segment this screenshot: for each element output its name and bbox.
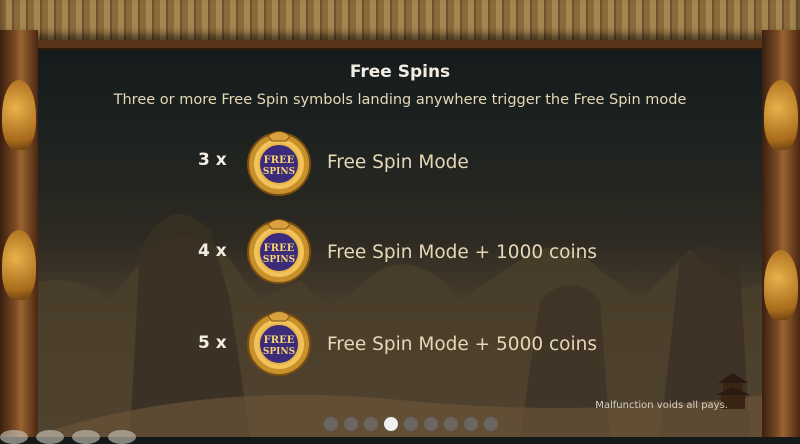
- pager-dot[interactable]: [384, 417, 398, 431]
- free-spins-coin-icon: FREE SPINS: [247, 219, 311, 284]
- free-spins-coin-icon: FREE SPINS: [247, 311, 311, 376]
- control-button[interactable]: [36, 430, 64, 444]
- roof-trim: [30, 40, 770, 50]
- paytable-row: 4 x FREE SPINS Free Spin Mode + 1000 coi…: [0, 213, 800, 293]
- multiplier-label: 3 x: [198, 150, 227, 170]
- pager-dot[interactable]: [324, 417, 338, 431]
- bottom-controls: [0, 430, 170, 444]
- free-spins-coin-icon: FREE SPINS: [247, 131, 311, 196]
- multiplier-label: 4 x: [198, 241, 227, 261]
- payout-description: Free Spin Mode + 1000 coins: [327, 242, 597, 263]
- svg-text:SPINS: SPINS: [263, 255, 295, 265]
- pager-dot[interactable]: [364, 417, 378, 431]
- svg-text:FREE: FREE: [264, 243, 295, 254]
- svg-text:SPINS: SPINS: [263, 167, 295, 177]
- svg-text:FREE: FREE: [264, 155, 295, 166]
- panel-title: Free Spins: [349, 62, 451, 82]
- payout-description: Free Spin Mode: [327, 152, 469, 173]
- pager-dot[interactable]: [444, 417, 458, 431]
- malfunction-disclaimer: Malfunction voids all pays.: [595, 400, 728, 411]
- page-indicator: [324, 417, 498, 431]
- control-button[interactable]: [0, 430, 28, 444]
- payout-description: Free Spin Mode + 5000 coins: [327, 334, 597, 355]
- svg-text:FREE: FREE: [264, 335, 295, 346]
- pager-dot[interactable]: [464, 417, 478, 431]
- svg-text:SPINS: SPINS: [263, 347, 295, 357]
- pager-dot[interactable]: [344, 417, 358, 431]
- control-button[interactable]: [108, 430, 136, 444]
- paytable-row: 3 x FREE SPINS Free Spin Mode: [0, 125, 800, 205]
- paytable-row: 5 x FREE SPINS Free Spin Mode + 5000 coi…: [0, 305, 800, 385]
- pager-dot[interactable]: [424, 417, 438, 431]
- multiplier-label: 5 x: [198, 333, 227, 353]
- control-button[interactable]: [72, 430, 100, 444]
- roof-tiles: [0, 0, 800, 44]
- pager-dot[interactable]: [404, 417, 418, 431]
- pager-dot[interactable]: [484, 417, 498, 431]
- panel-subtitle: Three or more Free Spin symbols landing …: [113, 92, 687, 108]
